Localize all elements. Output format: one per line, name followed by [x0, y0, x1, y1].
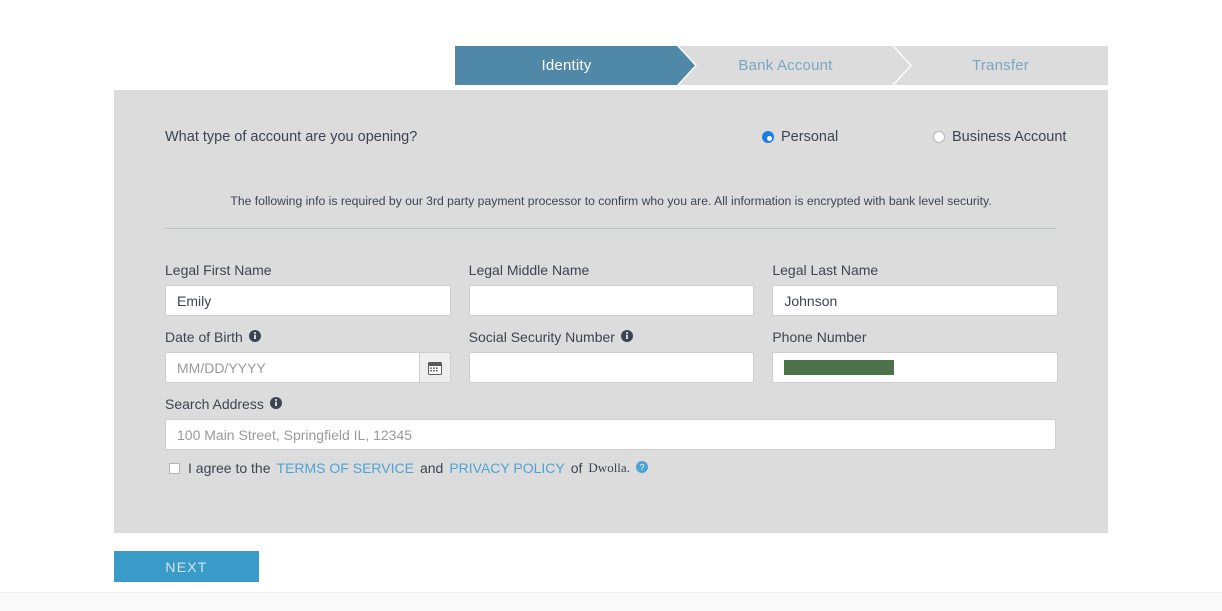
- dob-input[interactable]: MM/DD/YYYY: [165, 352, 419, 383]
- radio-option-business-label: Business Account: [952, 129, 1067, 145]
- first-name-label: Legal First Name: [165, 262, 272, 278]
- phone-field-group: Phone Number: [772, 329, 1059, 383]
- dob-input-wrap: MM/DD/YYYY: [165, 352, 451, 383]
- last-name-field-group: Legal Last Name Johnson: [772, 262, 1059, 316]
- progress-stepper: Identity Bank Account Transfer: [455, 46, 1108, 85]
- phone-input[interactable]: [772, 352, 1059, 383]
- agreement-conjunction: and: [419, 460, 444, 476]
- radio-personal-icon[interactable]: [762, 131, 774, 143]
- chevron-separator-icon-2: [892, 46, 912, 85]
- dob-label-wrap: Date of Birth: [165, 329, 451, 345]
- dob-info-icon[interactable]: [248, 329, 261, 345]
- middle-name-label: Legal Middle Name: [468, 262, 590, 278]
- ssn-label: Social Security Number: [468, 329, 615, 345]
- last-name-input[interactable]: Johnson: [772, 285, 1059, 316]
- stepper-step-transfer-label: Transfer: [972, 57, 1029, 74]
- stepper-step-transfer[interactable]: Transfer: [893, 46, 1108, 85]
- phone-label: Phone Number: [772, 329, 867, 345]
- agreement-suffix: of: [570, 460, 583, 476]
- account-type-row: What type of account are you opening? Pe…: [165, 128, 1077, 150]
- dob-field-group: Date of Birth MM/DD/YYYY: [165, 329, 451, 383]
- agreement-checkbox[interactable]: [169, 462, 180, 474]
- agreement-prefix: I agree to the: [188, 460, 271, 476]
- security-note: The following info is required by our 3r…: [230, 194, 992, 208]
- middle-name-field-group: Legal Middle Name: [468, 262, 755, 316]
- privacy-policy-link[interactable]: PRIVACY POLICY: [449, 460, 564, 476]
- search-address-info-icon[interactable]: [269, 396, 282, 412]
- search-address-label-wrap: Search Address: [165, 396, 1058, 412]
- agreement-help-icon[interactable]: ?: [635, 460, 648, 476]
- radio-option-personal[interactable]: Personal: [762, 129, 838, 145]
- provider-name: Dwolla.: [588, 460, 630, 475]
- identity-row: Date of Birth MM/DD/YYYY Social Security…: [165, 329, 1059, 383]
- footer-strip: [0, 592, 1222, 611]
- stepper-step-identity-label: Identity: [541, 57, 592, 74]
- ssn-input[interactable]: [468, 352, 755, 383]
- search-address-field-group: Search Address 100 Main Street, Springfi…: [165, 396, 1058, 450]
- svg-text:?: ?: [640, 462, 645, 472]
- terms-of-service-link[interactable]: TERMS OF SERVICE: [277, 460, 414, 476]
- radio-option-personal-label: Personal: [781, 129, 839, 145]
- section-divider: [165, 228, 1056, 229]
- ssn-label-wrap: Social Security Number: [469, 329, 755, 345]
- middle-name-input[interactable]: [468, 285, 755, 316]
- next-button[interactable]: NEXT: [114, 551, 259, 582]
- ssn-info-icon[interactable]: [620, 329, 633, 345]
- chevron-separator-icon: [677, 46, 697, 85]
- identity-form-panel: What type of account are you opening? Pe…: [114, 90, 1108, 533]
- name-row: Legal First Name Emily Legal Middle Name…: [165, 262, 1059, 316]
- stepper-step-bank-account[interactable]: Bank Account: [678, 46, 912, 85]
- calendar-icon-button[interactable]: [418, 352, 451, 383]
- dob-label: Date of Birth: [165, 329, 243, 345]
- identity-form: Legal First Name Emily Legal Middle Name…: [165, 262, 1059, 476]
- search-address-input[interactable]: 100 Main Street, Springfield IL, 12345: [165, 419, 1056, 450]
- search-address-label: Search Address: [165, 396, 264, 412]
- stepper-step-bank-account-label: Bank Account: [738, 57, 833, 74]
- agreement-row: I agree to the TERMS OF SERVICE and PRIV…: [165, 460, 1058, 476]
- first-name-input[interactable]: Emily: [165, 285, 451, 316]
- account-type-question: What type of account are you opening?: [165, 129, 418, 145]
- last-name-label: Legal Last Name: [772, 262, 879, 278]
- radio-option-business[interactable]: Business Account: [933, 129, 1066, 145]
- radio-business-icon[interactable]: [933, 131, 945, 143]
- stepper-step-identity[interactable]: Identity: [455, 46, 697, 85]
- ssn-field-group: Social Security Number: [468, 329, 755, 383]
- first-name-field-group: Legal First Name Emily: [165, 262, 451, 316]
- phone-redaction-bar: [784, 360, 895, 375]
